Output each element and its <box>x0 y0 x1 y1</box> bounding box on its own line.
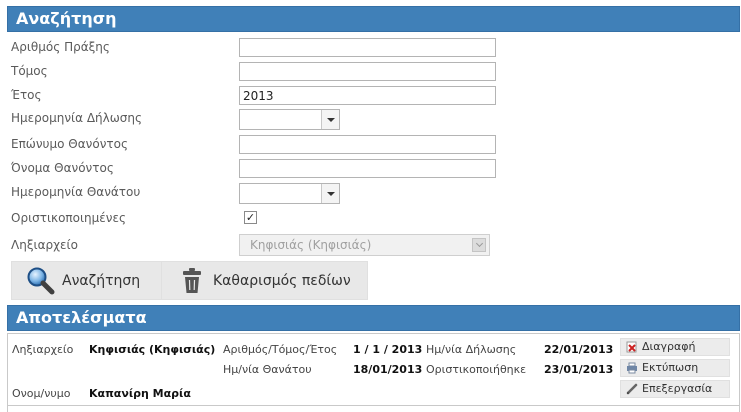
declaration-date-picker[interactable] <box>239 109 340 130</box>
trash-icon <box>182 267 202 299</box>
chevron-down-icon <box>326 117 335 122</box>
registry-label: Ληξιαρχείο <box>11 238 78 252</box>
name-input[interactable] <box>239 159 496 178</box>
result-finalized-value: 23/01/2013 <box>544 363 614 376</box>
result-registry-label: Ληξιαρχείο <box>12 343 74 356</box>
finalized-label: Οριστικοποιημένες <box>11 211 127 225</box>
result-name-value: Καπανίρη Μαρία <box>89 387 191 400</box>
finalized-row: Οριστικοποιημένες ✓ <box>11 209 711 229</box>
results-section-header: Αποτελέσματα <box>7 305 740 331</box>
declaration-date-value[interactable] <box>240 110 322 129</box>
print-button[interactable]: Εκτύπωση <box>620 359 730 377</box>
clear-fields-button-label: Καθαρισμός πεδίων <box>213 273 351 289</box>
result-declaration-label: Ημ/νία Δήλωσης <box>426 343 517 356</box>
registry-select: Κηφισιάς (Κηφισιάς) <box>239 234 490 256</box>
year-input[interactable] <box>239 86 496 105</box>
results-footer <box>7 406 740 412</box>
result-number-value: 1 / 1 / 2013 <box>353 343 423 356</box>
year-row: Έτος <box>11 86 711 106</box>
registry-select-value: Κηφισιάς (Κηφισιάς) <box>250 238 372 252</box>
result-name-label: Ονομ/νυμο <box>12 387 71 400</box>
pencil-icon <box>626 383 638 400</box>
act-number-row: Αριθμός Πράξης <box>11 38 711 58</box>
chevron-down-icon <box>326 191 335 196</box>
name-label: Όνομα Θανόντος <box>11 161 114 175</box>
name-row: Όνομα Θανόντος <box>11 159 711 179</box>
printer-icon <box>626 362 638 379</box>
year-label: Έτος <box>11 88 42 102</box>
death-date-picker[interactable] <box>239 183 340 204</box>
registry-row: Ληξιαρχείο Κηφισιάς (Κηφισιάς) <box>11 234 711 256</box>
result-finalized-label: Οριστικοποιήθηκε <box>426 363 527 376</box>
volume-input[interactable] <box>239 62 496 81</box>
delete-icon <box>626 341 638 358</box>
surname-label: Επώνυμο Θανόντος <box>11 137 129 151</box>
chevron-down-icon <box>475 239 483 248</box>
clear-fields-button[interactable]: Καθαρισμός πεδίων <box>161 261 368 300</box>
death-date-row: Ημερομηνία Θανάτου <box>11 183 711 204</box>
search-button[interactable]: Αναζήτηση <box>11 261 167 300</box>
print-button-label: Εκτύπωση <box>642 361 699 374</box>
edit-button-label: Επεξεργασία <box>642 382 713 395</box>
surname-row: Επώνυμο Θανόντος <box>11 135 711 155</box>
magnifier-icon <box>26 266 56 300</box>
search-button-label: Αναζήτηση <box>62 273 141 289</box>
declaration-date-dropdown-button[interactable] <box>321 110 339 129</box>
registry-select-button <box>472 238 486 252</box>
result-registry-value: Κηφισιάς (Κηφισιάς) <box>89 343 216 356</box>
finalized-checkbox[interactable]: ✓ <box>244 211 257 224</box>
declaration-date-label: Ημερομηνία Δήλωσης <box>11 111 143 125</box>
surname-input[interactable] <box>239 135 496 154</box>
result-death-label: Ημ/νία Θανάτου <box>223 363 312 376</box>
act-number-input[interactable] <box>239 38 496 57</box>
death-date-dropdown-button[interactable] <box>321 184 339 203</box>
act-number-label: Αριθμός Πράξης <box>11 40 110 54</box>
declaration-date-row: Ημερομηνία Δήλωσης <box>11 109 711 130</box>
result-declaration-value: 22/01/2013 <box>544 343 614 356</box>
search-section-header: Αναζήτηση <box>7 6 740 32</box>
death-date-value[interactable] <box>240 184 322 203</box>
result-row: Ληξιαρχείο Κηφισιάς (Κηφισιάς) Αριθμός/Τ… <box>7 333 740 406</box>
death-date-label: Ημερομηνία Θανάτου <box>11 185 141 199</box>
edit-button[interactable]: Επεξεργασία <box>620 380 730 398</box>
result-death-value: 18/01/2013 <box>353 363 423 376</box>
delete-button-label: Διαγραφή <box>642 340 696 353</box>
volume-label: Τόμος <box>11 64 48 78</box>
delete-button[interactable]: Διαγραφή <box>620 338 730 356</box>
volume-row: Τόμος <box>11 62 711 82</box>
result-number-label: Αριθμός/Τόμος/Έτος <box>223 343 338 356</box>
